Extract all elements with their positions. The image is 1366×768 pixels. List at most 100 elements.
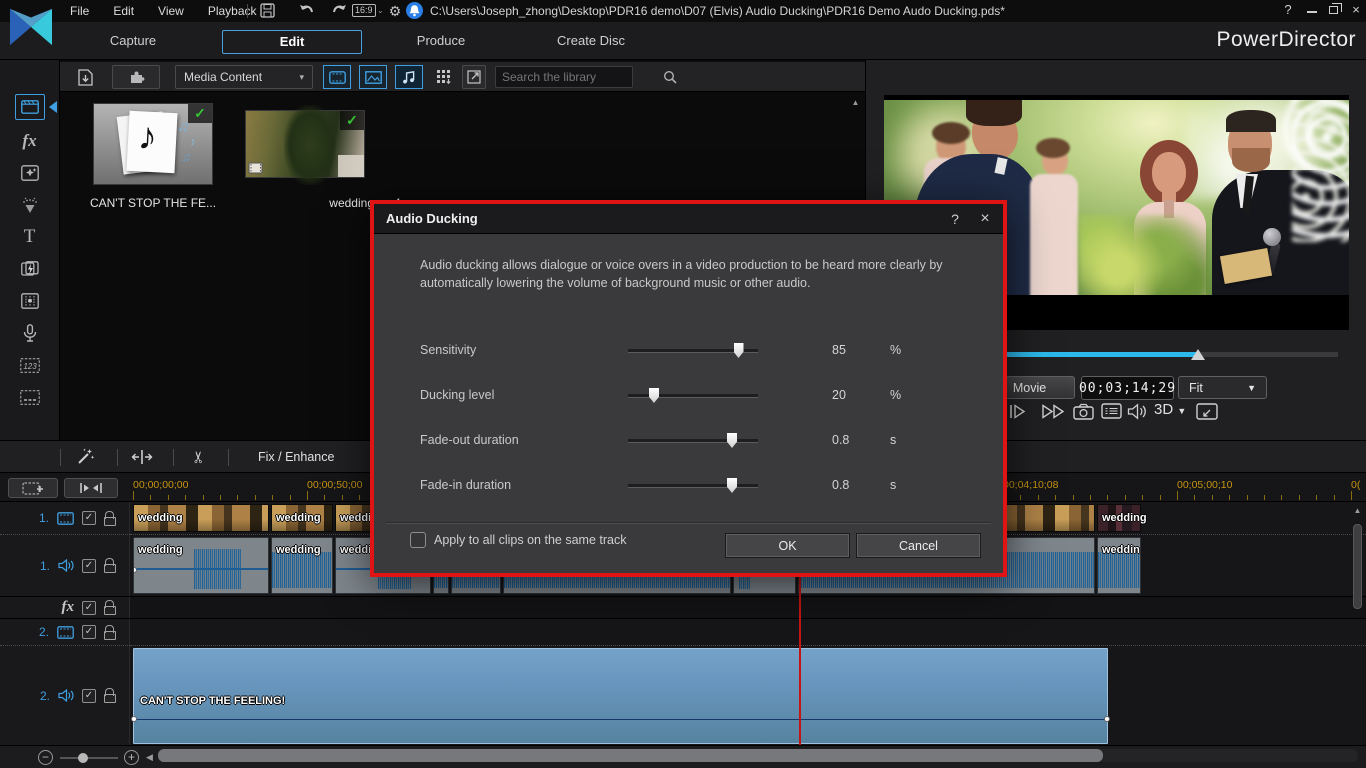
timeline-vertical-scrollbar[interactable]: ▲: [1351, 504, 1364, 743]
scrollbar-thumb[interactable]: [1353, 524, 1362, 609]
aspect-ratio-selector[interactable]: 16:9: [352, 4, 376, 17]
split-tool-icon[interactable]: [129, 446, 155, 468]
tab-create-disc[interactable]: Create Disc: [521, 30, 661, 54]
volume-keyframe-dot[interactable]: [131, 716, 137, 722]
close-button[interactable]: ×: [1346, 0, 1366, 20]
library-search-box[interactable]: [495, 66, 633, 88]
media-item-video-thumbnail[interactable]: ✓: [245, 110, 365, 178]
preview-timecode[interactable]: 00;03;14;29: [1081, 376, 1174, 400]
track-enable-checkbox[interactable]: ✓: [82, 511, 96, 525]
zoom-fit-dropdown[interactable]: Fit▼: [1178, 376, 1267, 399]
filter-video-icon[interactable]: [323, 65, 351, 89]
track-enable-checkbox[interactable]: ✓: [82, 625, 96, 639]
library-type-dropdown[interactable]: Media Content▾: [175, 65, 313, 89]
particle-room-icon[interactable]: [15, 192, 45, 218]
help-button[interactable]: ?: [1278, 0, 1298, 20]
magic-wand-tool-icon[interactable]: [72, 446, 98, 468]
fade-out-duration-slider-thumb[interactable]: [727, 433, 737, 448]
fade-out-duration-slider[interactable]: [628, 439, 758, 442]
track-lock-icon[interactable]: [104, 517, 116, 526]
media-room-icon[interactable]: [15, 94, 45, 120]
next-frame-button[interactable]: [1008, 403, 1028, 420]
title-room-icon[interactable]: T: [15, 224, 45, 250]
track-lock-icon[interactable]: [104, 694, 116, 703]
video-clip[interactable]: wedding: [133, 504, 269, 532]
zoom-in-icon[interactable]: +: [124, 750, 139, 765]
fix-enhance-button[interactable]: Fix / Enhance: [258, 450, 334, 464]
fade-in-duration-slider[interactable]: [628, 484, 758, 487]
ducking-level-slider-thumb[interactable]: [649, 388, 659, 403]
pip-objects-room-icon[interactable]: [15, 160, 45, 186]
volume-keyframe-dot[interactable]: [1104, 716, 1110, 722]
track-lane-3[interactable]: [130, 618, 1366, 645]
effect-room-icon[interactable]: fx: [15, 128, 45, 154]
fit-timeline-button[interactable]: [64, 478, 118, 498]
subtitle-room-icon[interactable]: [15, 384, 45, 410]
cancel-button[interactable]: Cancel: [856, 533, 981, 558]
track-lock-icon[interactable]: [104, 564, 116, 573]
preview-quality-icon[interactable]: [1101, 403, 1122, 419]
filter-photo-icon[interactable]: [359, 65, 387, 89]
apply-all-clips-checkbox[interactable]: [410, 532, 426, 548]
notification-bell-icon[interactable]: [406, 2, 423, 19]
video-clip[interactable]: wedding: [271, 504, 333, 532]
filter-music-icon[interactable]: [395, 65, 423, 89]
audio-clip[interactable]: wedding: [133, 537, 269, 594]
menu-view[interactable]: View: [158, 0, 184, 22]
zoom-slider-thumb[interactable]: [78, 753, 88, 763]
track-enable-checkbox[interactable]: ✓: [82, 601, 96, 615]
save-icon[interactable]: [260, 3, 278, 19]
audio-clip[interactable]: wedding: [1097, 537, 1141, 594]
tab-edit[interactable]: Edit: [222, 30, 362, 54]
undock-preview-icon[interactable]: [1196, 403, 1218, 420]
track-enable-checkbox[interactable]: ✓: [82, 559, 96, 573]
ok-button[interactable]: OK: [725, 533, 850, 558]
track-lock-icon[interactable]: [104, 631, 116, 640]
audio-clip[interactable]: wedding: [271, 537, 333, 594]
volume-keyframe-dot[interactable]: [133, 567, 137, 573]
scrollbar-thumb[interactable]: [158, 749, 1103, 762]
scroll-up-icon[interactable]: ▲: [1351, 504, 1364, 517]
timeline-zoom-slider[interactable]: [60, 757, 118, 759]
sensitivity-slider-thumb[interactable]: [734, 343, 744, 358]
3d-mode-button[interactable]: 3D ▼: [1154, 401, 1186, 418]
search-input[interactable]: [496, 70, 663, 84]
track-enable-checkbox[interactable]: ✓: [82, 689, 96, 703]
volume-line[interactable]: [134, 719, 1107, 720]
music-clip[interactable]: CAN'T STOP THE FEELING!: [133, 648, 1108, 744]
view-options-icon[interactable]: [432, 65, 456, 89]
video-clip[interactable]: wedding: [1097, 504, 1141, 532]
import-media-icon[interactable]: [72, 65, 98, 89]
search-icon[interactable]: [663, 70, 677, 84]
seek-thumb[interactable]: [1191, 349, 1205, 360]
volume-icon[interactable]: [1127, 403, 1149, 420]
track-manager-button[interactable]: [8, 478, 58, 498]
chapter-room-icon[interactable]: 123: [15, 352, 45, 378]
sensitivity-slider[interactable]: [628, 349, 758, 352]
fade-in-duration-slider-thumb[interactable]: [727, 478, 737, 493]
settings-gear-icon[interactable]: ⚙: [386, 3, 404, 19]
ducking-level-slider[interactable]: [628, 394, 758, 397]
menu-playback[interactable]: Playback: [208, 0, 257, 22]
track-lane-4[interactable]: CAN'T STOP THE FEELING!: [130, 645, 1366, 745]
zoom-out-icon[interactable]: −: [38, 750, 53, 765]
tab-produce[interactable]: Produce: [371, 30, 511, 54]
trim-scissors-icon[interactable]: ✂: [188, 444, 210, 470]
snapshot-camera-icon[interactable]: [1073, 403, 1094, 420]
track-lane-2[interactable]: [130, 596, 1366, 618]
transition-room-icon[interactable]: [15, 256, 45, 282]
media-item-music-thumbnail[interactable]: ♪ ♫ ♪ ♫ ✓: [93, 103, 213, 185]
plugins-button[interactable]: [112, 65, 160, 89]
dialog-help-button[interactable]: ?: [943, 204, 967, 234]
library-expand-icon[interactable]: [462, 65, 486, 89]
scroll-left-icon[interactable]: ◀: [146, 752, 153, 763]
tab-capture[interactable]: Capture: [63, 30, 203, 54]
voiceover-room-icon[interactable]: [15, 320, 45, 346]
audio-mixing-room-icon[interactable]: [15, 288, 45, 314]
dialog-close-button[interactable]: ×: [973, 204, 997, 234]
undo-icon[interactable]: [298, 3, 316, 19]
scroll-up-icon[interactable]: ▲: [849, 96, 862, 109]
aspect-ratio-chevron-icon[interactable]: ⌄: [377, 6, 384, 15]
redo-icon[interactable]: [330, 3, 348, 19]
fast-forward-button[interactable]: [1041, 403, 1067, 420]
